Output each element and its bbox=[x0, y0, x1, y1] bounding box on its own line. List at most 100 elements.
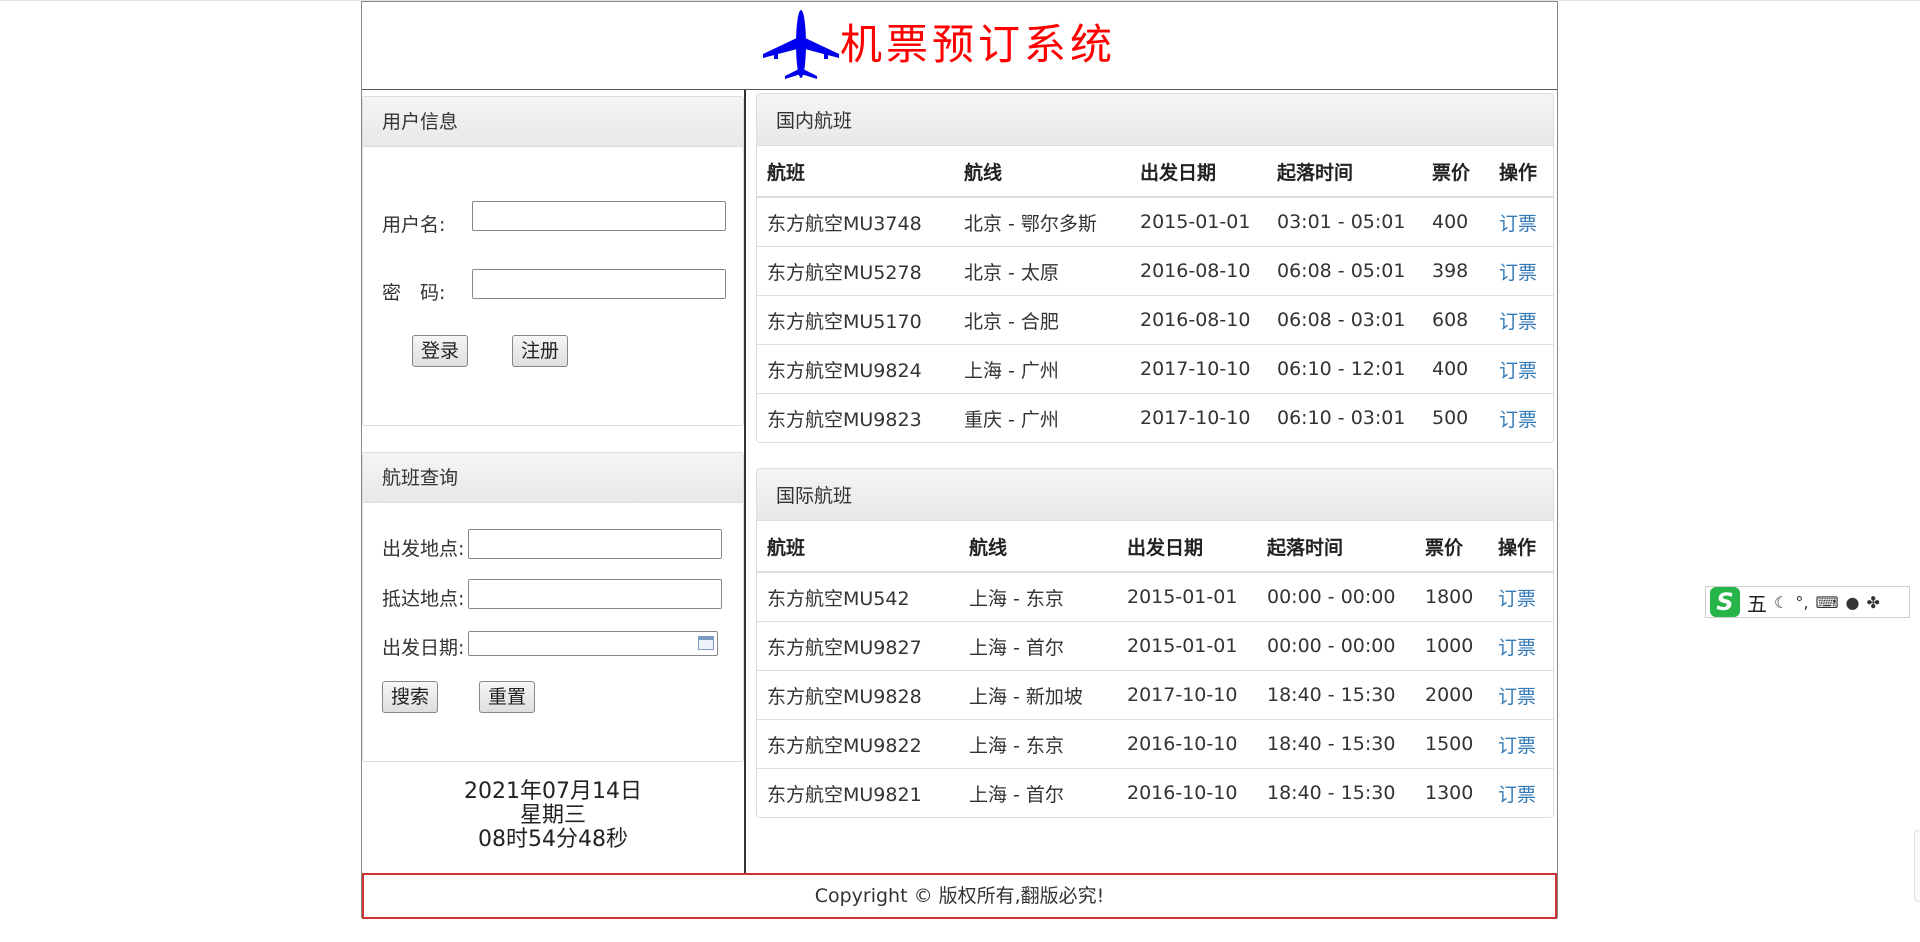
table-row: 东方航空MU9822 上海 - 东京 2016-10-10 18:40 - 15… bbox=[757, 719, 1553, 769]
clock-date: 2021年07月14日 bbox=[464, 779, 642, 804]
book-ticket-link[interactable]: 订票 bbox=[1499, 311, 1537, 333]
table-row: 东方航空MU9827 上海 - 首尔 2015-01-01 00:00 - 00… bbox=[757, 621, 1553, 671]
table-row: 东方航空MU9828 上海 - 新加坡 2017-10-10 18:40 - 1… bbox=[757, 670, 1553, 720]
price-cell: 400 bbox=[1422, 196, 1489, 247]
airplane-logo-icon bbox=[763, 10, 839, 79]
time-cell: 00:00 - 00:00 bbox=[1257, 571, 1415, 622]
register-button[interactable]: 注册 bbox=[512, 335, 569, 367]
route-cell: 上海 - 东京 bbox=[959, 719, 1117, 769]
column-header: 票价 bbox=[1422, 146, 1489, 198]
book-ticket-link[interactable]: 订票 bbox=[1499, 213, 1537, 235]
book-ticket-link[interactable]: 订票 bbox=[1498, 735, 1536, 757]
table-row: 东方航空MU3748 北京 - 鄂尔多斯 2015-01-01 03:01 - … bbox=[757, 196, 1553, 247]
book-ticket-link[interactable]: 订票 bbox=[1498, 637, 1536, 659]
flight-cell: 东方航空MU3748 bbox=[757, 196, 954, 247]
departure-date-input[interactable] bbox=[468, 631, 718, 656]
ime-toolbar[interactable]: S 五 ☾ °, ⌨ ● ✤ bbox=[1705, 586, 1910, 618]
flight-cell: 东方航空MU5278 bbox=[757, 246, 954, 296]
route-cell: 上海 - 首尔 bbox=[959, 621, 1117, 671]
flight-cell: 东方航空MU9823 bbox=[757, 393, 954, 442]
book-ticket-link[interactable]: 订票 bbox=[1499, 262, 1537, 284]
date-cell: 2016-08-10 bbox=[1130, 246, 1267, 296]
clock-time: 08时54分48秒 bbox=[478, 827, 628, 852]
column-header: 票价 bbox=[1415, 521, 1488, 573]
column-header: 出发日期 bbox=[1130, 146, 1267, 198]
column-header: 航线 bbox=[959, 521, 1117, 573]
column-header: 起落时间 bbox=[1267, 146, 1422, 198]
action-cell: 订票 bbox=[1489, 344, 1553, 394]
date-cell: 2016-08-10 bbox=[1130, 295, 1267, 345]
password-label: 密 码: bbox=[382, 282, 446, 304]
keyboard-icon[interactable]: ⌨ bbox=[1815, 593, 1838, 612]
route-cell: 上海 - 广州 bbox=[954, 344, 1130, 394]
column-header: 航班 bbox=[757, 521, 959, 573]
action-cell: 订票 bbox=[1489, 295, 1553, 345]
route-cell: 上海 - 首尔 bbox=[959, 768, 1117, 817]
price-cell: 400 bbox=[1422, 344, 1489, 394]
calendar-icon[interactable] bbox=[698, 636, 714, 650]
table-row: 东方航空MU9823 重庆 - 广州 2017-10-10 06:10 - 03… bbox=[757, 393, 1553, 442]
arrival-label: 抵达地点: bbox=[382, 588, 465, 610]
flight-cell: 东方航空MU9828 bbox=[757, 670, 959, 720]
departure-date-field[interactable] bbox=[468, 631, 718, 656]
date-cell: 2017-10-10 bbox=[1130, 344, 1267, 394]
sogou-logo-icon[interactable]: S bbox=[1710, 587, 1740, 617]
time-cell: 00:00 - 00:00 bbox=[1257, 621, 1415, 671]
ime-mode-indicator[interactable]: 五 bbox=[1747, 588, 1767, 617]
price-cell: 500 bbox=[1422, 393, 1489, 442]
flight-cell: 东方航空MU9824 bbox=[757, 344, 954, 394]
international-flights-title: 国际航班 bbox=[757, 469, 1553, 521]
price-cell: 1800 bbox=[1415, 571, 1488, 622]
user-info-panel-title: 用户信息 bbox=[363, 97, 743, 147]
date-cell: 2016-10-10 bbox=[1117, 719, 1257, 769]
book-ticket-link[interactable]: 订票 bbox=[1498, 588, 1536, 610]
username-input[interactable] bbox=[472, 201, 726, 231]
login-button[interactable]: 登录 bbox=[412, 335, 469, 367]
flight-cell: 东方航空MU9821 bbox=[757, 768, 959, 817]
book-ticket-link[interactable]: 订票 bbox=[1498, 686, 1536, 708]
action-cell: 订票 bbox=[1489, 196, 1553, 247]
route-cell: 北京 - 合肥 bbox=[954, 295, 1130, 345]
column-header: 操作 bbox=[1488, 521, 1553, 573]
apps-icon[interactable]: ✤ bbox=[1867, 593, 1880, 612]
reset-button[interactable]: 重置 bbox=[479, 681, 536, 713]
time-cell: 06:10 - 12:01 bbox=[1267, 344, 1422, 394]
international-flights-table: 航班 航线 出发日期 起落时间 票价 操作 东方航空MU542 上海 - 东京 … bbox=[757, 521, 1553, 817]
table-row: 东方航空MU9821 上海 - 首尔 2016-10-10 18:40 - 15… bbox=[757, 768, 1553, 817]
route-cell: 重庆 - 广州 bbox=[954, 393, 1130, 442]
site-footer: Copyright © 版权所有,翻版必究! bbox=[362, 873, 1557, 919]
book-ticket-link[interactable]: 订票 bbox=[1499, 360, 1537, 382]
action-cell: 订票 bbox=[1488, 621, 1553, 671]
domestic-flights-panel: 国内航班 航班 航线 出发日期 起落时间 票价 操作 东方航空MU3748 北京… bbox=[756, 93, 1554, 443]
domestic-flights-title: 国内航班 bbox=[757, 94, 1553, 146]
book-ticket-link[interactable]: 订票 bbox=[1498, 784, 1536, 806]
column-header: 起落时间 bbox=[1257, 521, 1415, 573]
date-cell: 2017-10-10 bbox=[1130, 393, 1267, 442]
departure-input[interactable] bbox=[468, 529, 722, 559]
arrival-input[interactable] bbox=[468, 579, 722, 609]
punctuation-icon[interactable]: °, bbox=[1795, 593, 1808, 612]
side-panel-edge[interactable] bbox=[1914, 830, 1920, 902]
search-button[interactable]: 搜索 bbox=[382, 681, 439, 713]
international-flights-panel: 国际航班 航班 航线 出发日期 起落时间 票价 操作 东方航空MU542 上海 … bbox=[756, 468, 1554, 818]
time-cell: 18:40 - 15:30 bbox=[1257, 719, 1415, 769]
moon-icon[interactable]: ☾ bbox=[1774, 593, 1788, 612]
date-cell: 2015-01-01 bbox=[1117, 621, 1257, 671]
time-cell: 06:08 - 03:01 bbox=[1267, 295, 1422, 345]
password-input[interactable] bbox=[472, 269, 726, 299]
table-row: 东方航空MU542 上海 - 东京 2015-01-01 00:00 - 00:… bbox=[757, 571, 1553, 622]
time-cell: 06:08 - 05:01 bbox=[1267, 246, 1422, 296]
book-ticket-link[interactable]: 订票 bbox=[1499, 409, 1537, 431]
departure-date-label: 出发日期: bbox=[382, 637, 465, 659]
time-cell: 03:01 - 05:01 bbox=[1267, 196, 1422, 247]
site-header: 机票预订系统 bbox=[362, 2, 1557, 90]
table-row: 东方航空MU5170 北京 - 合肥 2016-08-10 06:08 - 03… bbox=[757, 295, 1553, 345]
site-title: 机票预订系统 bbox=[840, 20, 1117, 69]
price-cell: 608 bbox=[1422, 295, 1489, 345]
flight-cell: 东方航空MU9827 bbox=[757, 621, 959, 671]
route-cell: 上海 - 东京 bbox=[959, 571, 1117, 622]
date-cell: 2015-01-01 bbox=[1130, 196, 1267, 247]
time-cell: 06:10 - 03:01 bbox=[1267, 393, 1422, 442]
user-icon[interactable]: ● bbox=[1846, 593, 1860, 612]
flight-cell: 东方航空MU5170 bbox=[757, 295, 954, 345]
